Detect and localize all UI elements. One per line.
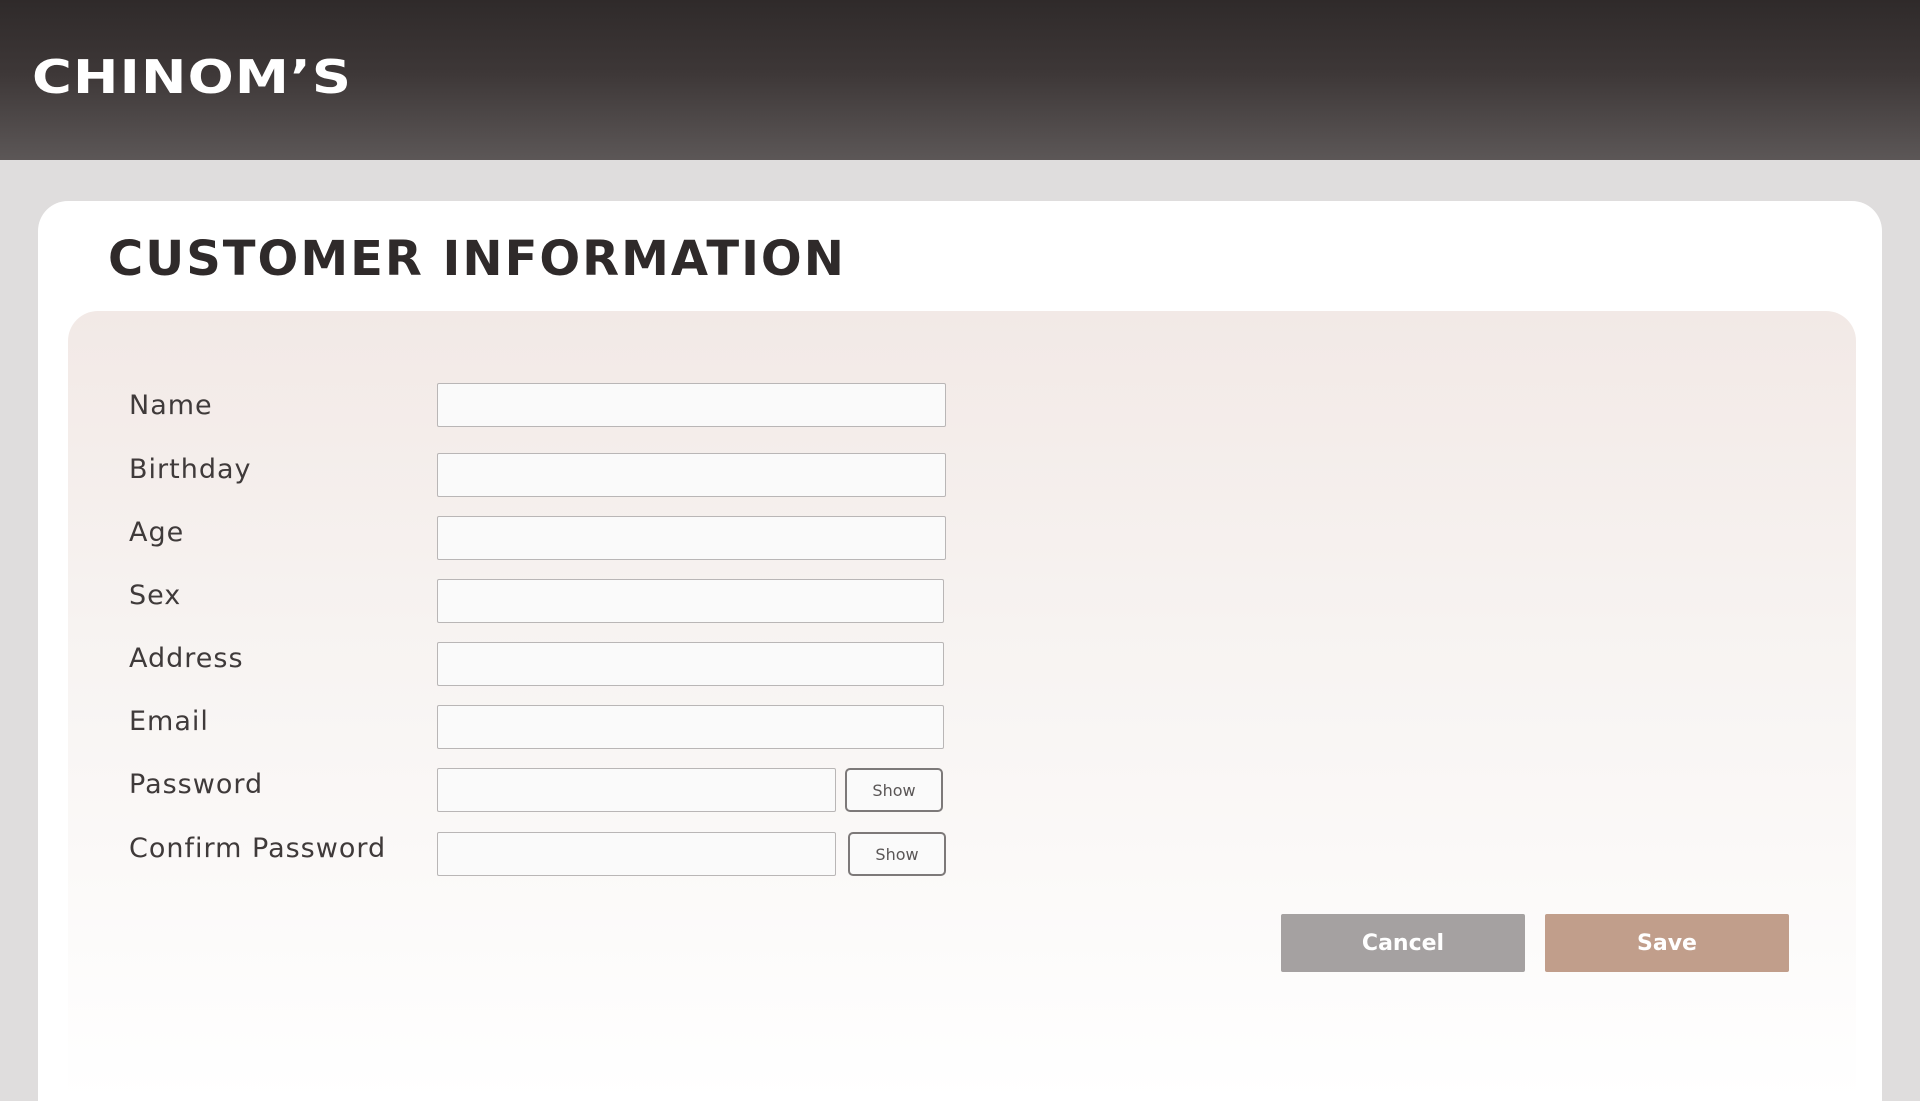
birthday-input[interactable] <box>437 453 946 497</box>
age-input[interactable] <box>437 516 946 560</box>
save-button[interactable]: Save <box>1545 914 1789 972</box>
customer-form: Name Birthday Age Sex Address Email Pass… <box>68 311 1856 1101</box>
birthday-label: Birthday <box>129 454 252 485</box>
brand-logo[interactable]: CHINOM’S <box>32 50 352 104</box>
name-label: Name <box>129 390 213 421</box>
password-input[interactable] <box>437 768 836 812</box>
email-input[interactable] <box>437 705 944 749</box>
email-label: Email <box>129 706 209 737</box>
show-confirm-password-button[interactable]: Show <box>848 832 946 876</box>
customer-info-card: CUSTOMER INFORMATION Name Birthday Age S… <box>38 201 1882 1101</box>
top-header-bar: CHINOM’S <box>0 0 1920 160</box>
address-label: Address <box>129 643 244 674</box>
confirm-password-label: Confirm Password <box>129 833 387 864</box>
show-password-button[interactable]: Show <box>845 768 943 812</box>
sex-input[interactable] <box>437 579 944 623</box>
age-label: Age <box>129 517 185 548</box>
confirm-password-input[interactable] <box>437 832 836 876</box>
page-title: CUSTOMER INFORMATION <box>108 231 846 287</box>
password-label: Password <box>129 769 264 800</box>
cancel-button[interactable]: Cancel <box>1281 914 1525 972</box>
name-input[interactable] <box>437 383 946 427</box>
sex-label: Sex <box>129 580 182 611</box>
address-input[interactable] <box>437 642 944 686</box>
